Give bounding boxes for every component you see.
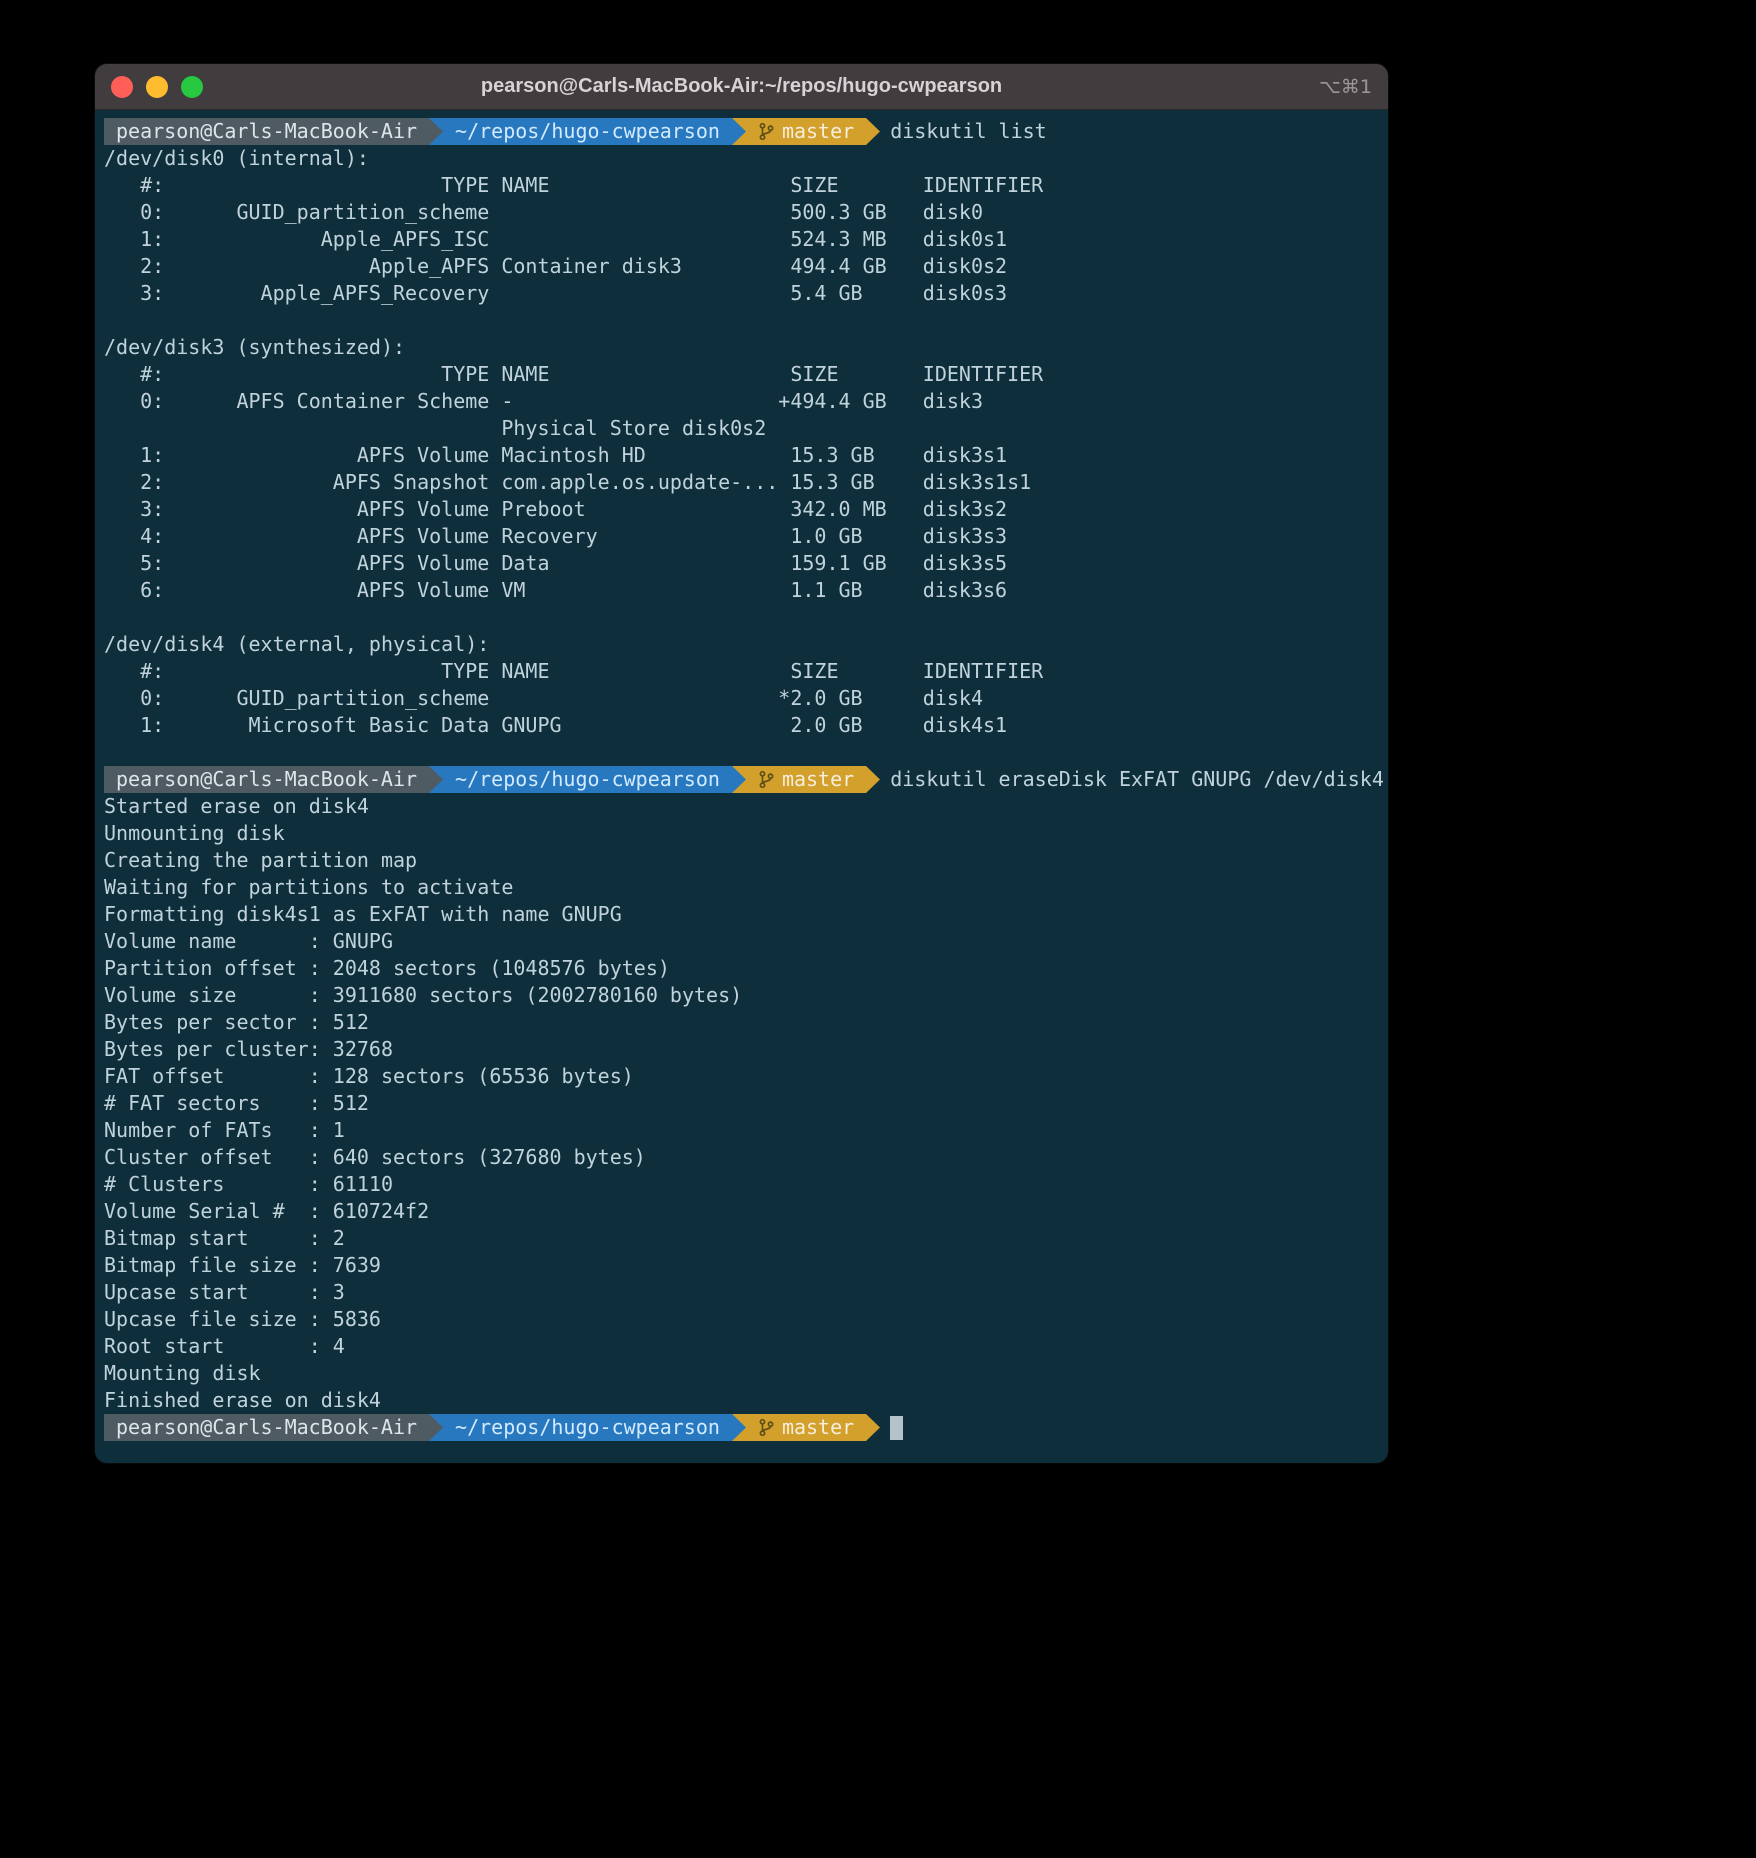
terminal-output-line: # Clusters : 61110 bbox=[104, 1171, 1379, 1198]
terminal-output-line bbox=[104, 739, 1379, 766]
git-branch-icon bbox=[758, 122, 775, 141]
prompt-user-host: pearson@Carls-MacBook-Air bbox=[104, 1414, 429, 1441]
terminal-output-line: Volume name : GNUPG bbox=[104, 928, 1379, 955]
terminal-output-line: Bytes per sector : 512 bbox=[104, 1009, 1379, 1036]
powerline-separator-icon bbox=[429, 766, 443, 793]
terminal-output-line: Partition offset : 2048 sectors (1048576… bbox=[104, 955, 1379, 982]
terminal-output-line: Upcase start : 3 bbox=[104, 1279, 1379, 1306]
close-button[interactable] bbox=[111, 76, 133, 98]
terminal-output-line: /dev/disk3 (synthesized): bbox=[104, 334, 1379, 361]
terminal-output-line: # FAT sectors : 512 bbox=[104, 1090, 1379, 1117]
terminal-output-line: #: TYPE NAME SIZE IDENTIFIER bbox=[104, 658, 1379, 685]
terminal-output-line: 0: GUID_partition_scheme 500.3 GB disk0 bbox=[104, 199, 1379, 226]
titlebar[interactable]: pearson@Carls-MacBook-Air:~/repos/hugo-c… bbox=[95, 64, 1388, 110]
terminal-output-line: Physical Store disk0s2 bbox=[104, 415, 1379, 442]
terminal-output-line: 4: APFS Volume Recovery 1.0 GB disk3s3 bbox=[104, 523, 1379, 550]
terminal-window: pearson@Carls-MacBook-Air:~/repos/hugo-c… bbox=[95, 64, 1388, 1463]
terminal-output-line: 1: Apple_APFS_ISC 524.3 MB disk0s1 bbox=[104, 226, 1379, 253]
terminal-output-line: Creating the partition map bbox=[104, 847, 1379, 874]
window-shortcut-badge: ⌥⌘1 bbox=[1319, 76, 1372, 98]
terminal-output-line: Waiting for partitions to activate bbox=[104, 874, 1379, 901]
terminal-output-line: Bitmap file size : 7639 bbox=[104, 1252, 1379, 1279]
terminal-output-line: /dev/disk4 (external, physical): bbox=[104, 631, 1379, 658]
terminal-output-line: Unmounting disk bbox=[104, 820, 1379, 847]
git-branch-name: master bbox=[782, 766, 854, 793]
terminal-output-line: Bytes per cluster: 32768 bbox=[104, 1036, 1379, 1063]
minimize-button[interactable] bbox=[146, 76, 168, 98]
terminal-output-line: Upcase file size : 5836 bbox=[104, 1306, 1379, 1333]
terminal-output-line: Formatting disk4s1 as ExFAT with name GN… bbox=[104, 901, 1379, 928]
powerline-separator-icon bbox=[732, 766, 746, 793]
terminal-output-line: 0: APFS Container Scheme - +494.4 GB dis… bbox=[104, 388, 1379, 415]
command-text: diskutil list bbox=[890, 118, 1047, 145]
terminal-output-line: Mounting disk bbox=[104, 1360, 1379, 1387]
prompt-user-host: pearson@Carls-MacBook-Air bbox=[104, 118, 429, 145]
traffic-lights bbox=[111, 76, 203, 98]
terminal-cursor bbox=[890, 1416, 903, 1440]
terminal-output-line: 0: GUID_partition_scheme *2.0 GB disk4 bbox=[104, 685, 1379, 712]
git-branch-name: master bbox=[782, 118, 854, 145]
prompt-cwd: ~/repos/hugo-cwpearson bbox=[443, 118, 732, 145]
prompt-line: pearson@Carls-MacBook-Air ~/repos/hugo-cw… bbox=[104, 1414, 1379, 1441]
terminal-output-line: 3: APFS Volume Preboot 342.0 MB disk3s2 bbox=[104, 496, 1379, 523]
git-branch-name: master bbox=[782, 1414, 854, 1441]
zoom-button[interactable] bbox=[181, 76, 203, 98]
powerline-separator-icon bbox=[429, 1414, 443, 1441]
prompt-cwd: ~/repos/hugo-cwpearson bbox=[443, 1414, 732, 1441]
terminal-output-line bbox=[104, 604, 1379, 631]
prompt-git-branch: master bbox=[746, 1414, 866, 1441]
prompt-line: pearson@Carls-MacBook-Air ~/repos/hugo-cw… bbox=[104, 766, 1379, 793]
window-title: pearson@Carls-MacBook-Air:~/repos/hugo-c… bbox=[95, 75, 1388, 98]
terminal-output-line: /dev/disk0 (internal): bbox=[104, 145, 1379, 172]
powerline-separator-icon bbox=[866, 118, 880, 145]
powerline-separator-icon bbox=[866, 1414, 880, 1441]
terminal-content[interactable]: pearson@Carls-MacBook-Air ~/repos/hugo-cw… bbox=[95, 110, 1388, 1463]
terminal-output-line: Started erase on disk4 bbox=[104, 793, 1379, 820]
prompt-cwd: ~/repos/hugo-cwpearson bbox=[443, 766, 732, 793]
terminal-output-line: #: TYPE NAME SIZE IDENTIFIER bbox=[104, 361, 1379, 388]
powerline-separator-icon bbox=[866, 766, 880, 793]
prompt-git-branch: master bbox=[746, 766, 866, 793]
terminal-output-line: 1: APFS Volume Macintosh HD 15.3 GB disk… bbox=[104, 442, 1379, 469]
terminal-output-line: Volume size : 3911680 sectors (200278016… bbox=[104, 982, 1379, 1009]
command-text: diskutil eraseDisk ExFAT GNUPG /dev/disk… bbox=[890, 766, 1384, 793]
terminal-output-line: 5: APFS Volume Data 159.1 GB disk3s5 bbox=[104, 550, 1379, 577]
terminal-output-line: Bitmap start : 2 bbox=[104, 1225, 1379, 1252]
terminal-output-line: Finished erase on disk4 bbox=[104, 1387, 1379, 1414]
terminal-output-line: 3: Apple_APFS_Recovery 5.4 GB disk0s3 bbox=[104, 280, 1379, 307]
terminal-output-line: 1: Microsoft Basic Data GNUPG 2.0 GB dis… bbox=[104, 712, 1379, 739]
prompt-user-host: pearson@Carls-MacBook-Air bbox=[104, 766, 429, 793]
terminal-output-line: Root start : 4 bbox=[104, 1333, 1379, 1360]
prompt-git-branch: master bbox=[746, 118, 866, 145]
git-branch-icon bbox=[758, 770, 775, 789]
powerline-separator-icon bbox=[732, 118, 746, 145]
terminal-output-line: Volume Serial # : 610724f2 bbox=[104, 1198, 1379, 1225]
git-branch-icon bbox=[758, 1418, 775, 1437]
powerline-separator-icon bbox=[732, 1414, 746, 1441]
terminal-output-line: Cluster offset : 640 sectors (327680 byt… bbox=[104, 1144, 1379, 1171]
powerline-separator-icon bbox=[429, 118, 443, 145]
terminal-output-line: FAT offset : 128 sectors (65536 bytes) bbox=[104, 1063, 1379, 1090]
terminal-output-line: #: TYPE NAME SIZE IDENTIFIER bbox=[104, 172, 1379, 199]
terminal-output-line: Number of FATs : 1 bbox=[104, 1117, 1379, 1144]
terminal-output-line bbox=[104, 307, 1379, 334]
prompt-line: pearson@Carls-MacBook-Air ~/repos/hugo-cw… bbox=[104, 118, 1379, 145]
terminal-output-line: 2: Apple_APFS Container disk3 494.4 GB d… bbox=[104, 253, 1379, 280]
terminal-output-line: 2: APFS Snapshot com.apple.os.update-...… bbox=[104, 469, 1379, 496]
terminal-output-line: 6: APFS Volume VM 1.1 GB disk3s6 bbox=[104, 577, 1379, 604]
